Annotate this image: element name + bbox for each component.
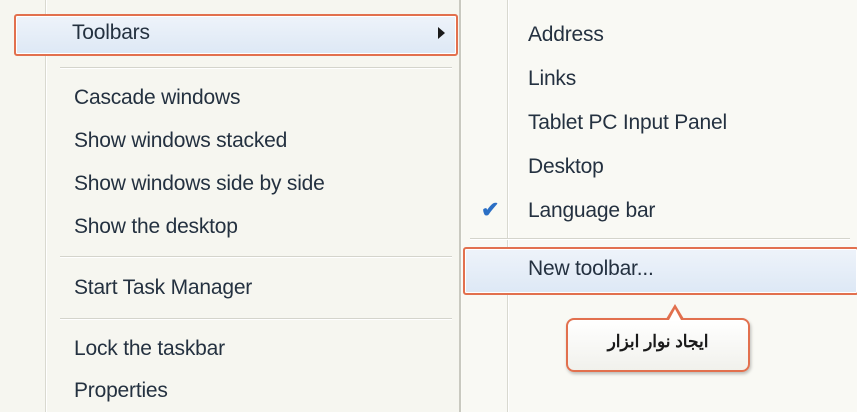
annotation-callout: ایجاد نوار ابزار — [566, 318, 750, 372]
submenu-item-tablet-pc-input-panel[interactable]: Tablet PC Input Panel — [528, 110, 727, 136]
callout-pointer-inner — [669, 309, 681, 320]
submenu-icon-gutter — [507, 0, 509, 412]
menu-item-properties[interactable]: Properties — [74, 378, 168, 404]
menu-separator — [60, 256, 452, 258]
menu-item-show-windows-side-by-side[interactable]: Show windows side by side — [74, 171, 325, 197]
new-toolbar-highlight — [463, 247, 857, 295]
taskbar-context-menu — [0, 0, 460, 412]
checkmark-icon: ✔ — [481, 197, 500, 222]
menu-item-cascade-windows[interactable]: Cascade windows — [74, 85, 240, 111]
submenu-arrow-icon — [438, 27, 445, 39]
submenu-item-desktop[interactable]: Desktop — [528, 154, 604, 180]
menu-item-show-the-desktop[interactable]: Show the desktop — [74, 214, 238, 240]
submenu-item-address[interactable]: Address — [528, 22, 604, 48]
menu-separator — [60, 318, 452, 320]
left-menu-icon-gutter — [45, 0, 47, 412]
submenu-item-language-bar[interactable]: Language bar — [528, 198, 655, 224]
submenu-item-links[interactable]: Links — [528, 66, 576, 92]
menu-item-lock-the-taskbar[interactable]: Lock the taskbar — [74, 336, 225, 362]
submenu-item-new-toolbar[interactable]: New toolbar... — [528, 256, 654, 282]
menu-separator — [60, 67, 452, 69]
callout-text: ایجاد نوار ابزار — [607, 332, 709, 351]
menu-item-start-task-manager[interactable]: Start Task Manager — [74, 275, 252, 301]
menu-item-toolbars[interactable]: Toolbars — [72, 20, 150, 46]
menu-item-show-windows-stacked[interactable]: Show windows stacked — [74, 128, 287, 154]
menu-separator — [470, 238, 850, 240]
menu-divider — [459, 0, 461, 412]
